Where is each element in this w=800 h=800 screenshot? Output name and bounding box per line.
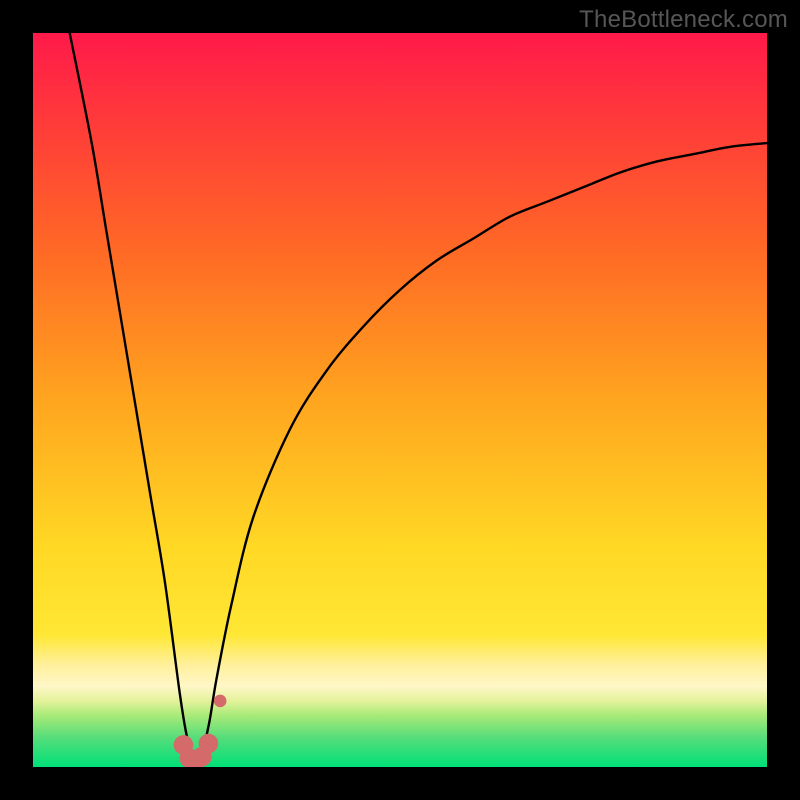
watermark-text: TheBottleneck.com xyxy=(579,6,788,34)
marker-bottom-5 xyxy=(199,734,219,754)
chart-frame: TheBottleneck.com xyxy=(0,0,800,800)
marker-right xyxy=(214,695,227,708)
plot-svg xyxy=(33,33,767,767)
plot-area xyxy=(33,33,767,767)
gradient-background xyxy=(33,33,767,767)
